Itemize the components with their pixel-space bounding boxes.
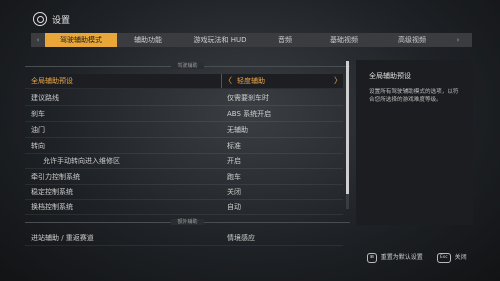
tab-accessibility[interactable]: 辅助功能 [119, 33, 177, 47]
arrow-right-icon[interactable]: 〉 [334, 74, 342, 88]
section-header-other-assists: 额外辅助 [25, 217, 350, 227]
row-value: 关闭 [227, 188, 241, 196]
row-pit-assist[interactable]: 进站辅助 / 重返赛道 情境感应 [25, 231, 343, 246]
arrow-left-icon[interactable]: 〈 [224, 74, 232, 88]
row-label: 油门 [31, 126, 45, 134]
row-manual-pit-steering[interactable]: 允许手动转向进入维修区 开启 [25, 154, 343, 169]
row-value: 跑车 [227, 173, 241, 181]
row-value: 自动 [227, 203, 241, 211]
reset-label: 重置为默认设置 [380, 254, 423, 261]
row-label: 进站辅助 / 重返赛道 [31, 234, 94, 242]
gear-icon [33, 12, 47, 26]
esc-key-icon: Esc [437, 252, 451, 263]
tab-basic-video[interactable]: 基础视频 [313, 33, 375, 47]
row-label: 转向 [31, 142, 45, 150]
row-value: 仅需要刹车时 [227, 94, 269, 102]
row-gearbox[interactable]: 换档控制系统 自动 [25, 200, 343, 215]
row-label: 刹车 [31, 110, 45, 118]
tab-next-icon[interactable]: › [451, 33, 465, 47]
section-header-driving-assists: 驾驶辅助 [25, 61, 350, 71]
reset-defaults-button[interactable]: ⊞ 重置为默认设置 [367, 252, 423, 264]
tab-advanced-video[interactable]: 高级视频 [381, 33, 443, 47]
tab-prev-icon[interactable]: ‹ [31, 33, 45, 47]
tab-audio[interactable]: 音频 [263, 33, 307, 47]
row-throttle[interactable]: 油门 无辅助 [25, 123, 343, 138]
row-label: 牵引力控制系统 [31, 173, 80, 181]
row-label: 建议路线 [31, 94, 59, 102]
page-title: 设置 [52, 16, 71, 26]
row-value: 无辅助 [227, 126, 248, 134]
row-suggested-line[interactable]: 建议路线 仅需要刹车时 [25, 91, 343, 106]
header: 设置 [0, 0, 500, 28]
tab-bar: ‹ 驾驶辅助模式 辅助功能 游戏玩法和 HUD 音频 基础视频 高级视频 › [31, 33, 472, 47]
row-label: 稳定控制系统 [31, 188, 73, 196]
row-traction-control[interactable]: 牵引力控制系统 跑车 [25, 170, 343, 185]
description-panel: 全局辅助预设 设置所有驾驶辅助模式的选项，以符合您所选择的游戏难度等级。 [356, 60, 473, 225]
row-braking[interactable]: 刹车 ABS 系统开启 [25, 107, 343, 122]
reset-key-icon: ⊞ [367, 252, 377, 263]
panel-title: 全局辅助预设 [369, 72, 411, 80]
row-value: 轻度辅助 [237, 77, 265, 85]
row-stability-control[interactable]: 稳定控制系统 关闭 [25, 185, 343, 200]
close-label: 关闭 [454, 254, 467, 261]
row-global-assist-preset[interactable]: 全局辅助预设 〈 〉 轻度辅助 [25, 74, 343, 89]
close-button[interactable]: Esc 关闭 [437, 252, 467, 264]
scrollbar[interactable] [346, 61, 349, 209]
row-value: ABS 系统开启 [227, 110, 272, 118]
row-value: 标准 [227, 142, 241, 150]
row-label: 全局辅助预设 [31, 77, 73, 85]
tab-gameplay-hud[interactable]: 游戏玩法和 HUD [177, 33, 263, 47]
row-value: 情境感应 [227, 234, 255, 242]
row-label: 换档控制系统 [31, 203, 73, 211]
row-label: 允许手动转向进入维修区 [43, 157, 120, 165]
row-value: 开启 [227, 157, 241, 165]
panel-description: 设置所有驾驶辅助模式的选项，以符合您所选择的游戏难度等级。 [369, 89, 459, 103]
settings-list: 驾驶辅助 全局辅助预设 〈 〉 轻度辅助 建议路线 仅需要刹车时 刹车 ABS … [25, 52, 350, 251]
scrollbar-thumb[interactable] [346, 61, 349, 194]
tab-driving-assists[interactable]: 驾驶辅助模式 [45, 33, 117, 47]
row-steering[interactable]: 转向 标准 [25, 139, 343, 154]
